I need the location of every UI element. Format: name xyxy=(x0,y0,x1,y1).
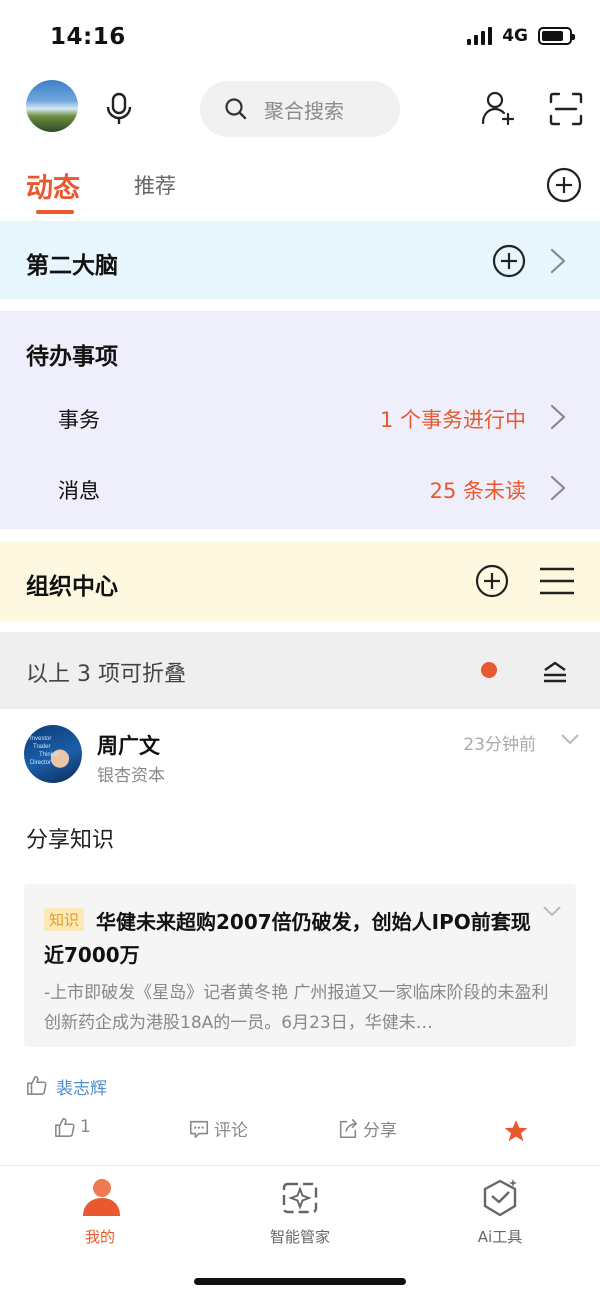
share-button[interactable]: 分享 xyxy=(337,1116,397,1141)
share-icon xyxy=(339,1118,358,1138)
search-icon xyxy=(225,98,247,120)
collapse-up-icon[interactable] xyxy=(542,660,568,684)
article-summary: -上市即破发《星岛》记者黄冬艳 广州报道又一家临床阶段的未盈利创新药企成为港股1… xyxy=(44,983,549,1033)
unread-dot xyxy=(481,662,497,678)
cube-icon xyxy=(483,1179,517,1217)
search-bar[interactable]: 聚合搜索 xyxy=(200,81,400,137)
todo-row-label: 事务 xyxy=(58,408,100,432)
nav-divider xyxy=(0,1165,600,1166)
todo-row-label: 消息 xyxy=(58,479,100,503)
second-brain-section[interactable]: 第二大脑 xyxy=(0,221,600,299)
post-author-org: 银杏资本 xyxy=(97,766,165,786)
todo-row-value: 25 条未读 xyxy=(429,479,526,503)
liker-name[interactable]: 裴志辉 xyxy=(56,1074,107,1099)
thumbs-up-icon xyxy=(27,1075,47,1095)
todo-row-value: 1 个事务进行中 xyxy=(379,408,526,432)
home-indicator[interactable] xyxy=(194,1278,406,1285)
org-center-title: 组织中心 xyxy=(26,574,118,600)
favorite-star-icon[interactable] xyxy=(503,1118,529,1144)
battery-icon xyxy=(538,27,575,45)
tab-dynamic[interactable]: 动态 xyxy=(26,166,80,205)
chevron-right-icon[interactable] xyxy=(547,248,569,274)
microphone-icon[interactable] xyxy=(104,92,134,126)
tab-recommend[interactable]: 推荐 xyxy=(134,170,176,200)
post-author-name[interactable]: 周广文 xyxy=(97,730,160,760)
signal-icon xyxy=(467,27,493,45)
nav-mine[interactable]: 我的 xyxy=(40,1176,160,1247)
article-title: 华健未来超购2007倍仍破发，创始人IPO前套现近7000万 xyxy=(44,910,531,967)
menu-icon[interactable] xyxy=(539,566,575,596)
nav-label: 智能管家 xyxy=(269,1228,330,1246)
second-brain-title: 第二大脑 xyxy=(26,253,118,279)
sparkle-icon xyxy=(282,1182,318,1214)
status-time: 14:16 xyxy=(50,24,126,50)
user-avatar[interactable] xyxy=(26,80,78,132)
scan-icon[interactable] xyxy=(549,92,583,126)
comment-label: 评论 xyxy=(214,1121,248,1141)
nav-smart-butler[interactable]: 智能管家 xyxy=(240,1176,360,1247)
nav-ai-tools[interactable]: Ai工具 xyxy=(440,1176,560,1247)
add-user-icon[interactable] xyxy=(480,90,516,126)
status-indicators: 4G xyxy=(467,26,575,46)
collapse-bar[interactable]: 以上 3 项可折叠 xyxy=(0,632,600,709)
person-icon xyxy=(83,1179,120,1216)
thumbs-up-icon xyxy=(55,1117,75,1137)
add-circle-icon[interactable] xyxy=(475,564,509,598)
post-timestamp: 23分钟前 xyxy=(463,735,536,755)
tab-active-indicator xyxy=(36,210,74,214)
org-center-section[interactable]: 组织中心 xyxy=(0,541,600,621)
chevron-right-icon[interactable] xyxy=(547,475,569,501)
share-label: 分享 xyxy=(363,1121,397,1141)
add-circle-icon[interactable] xyxy=(492,244,526,278)
chevron-down-icon[interactable] xyxy=(542,904,562,918)
add-circle-icon[interactable] xyxy=(546,167,582,203)
comment-icon xyxy=(189,1120,209,1138)
chevron-down-icon[interactable] xyxy=(560,732,580,746)
avatar-caption: Investor Trader Thinker Director xyxy=(30,736,60,766)
like-count: 1 xyxy=(80,1117,91,1137)
article-card[interactable]: 知识 华健未来超购2007倍仍破发，创始人IPO前套现近7000万 -上市即破发… xyxy=(24,884,576,1047)
post-author-avatar[interactable]: Investor Trader Thinker Director xyxy=(24,725,82,783)
like-button[interactable]: 1 xyxy=(54,1116,91,1138)
search-placeholder: 聚合搜索 xyxy=(264,98,344,123)
comment-button[interactable]: 评论 xyxy=(188,1116,248,1141)
nav-label: Ai工具 xyxy=(477,1228,523,1246)
collapse-hint: 以上 3 项可折叠 xyxy=(26,662,186,687)
todo-title: 待办事项 xyxy=(26,344,118,370)
nav-label: 我的 xyxy=(84,1228,115,1246)
post-text: 分享知识 xyxy=(26,828,115,853)
chevron-right-icon[interactable] xyxy=(547,404,569,430)
post-actions: 1 评论 分享 xyxy=(0,1116,600,1146)
todo-section: 待办事项 事务 1 个事务进行中 消息 25 条未读 xyxy=(0,311,600,529)
network-label: 4G xyxy=(502,26,528,46)
